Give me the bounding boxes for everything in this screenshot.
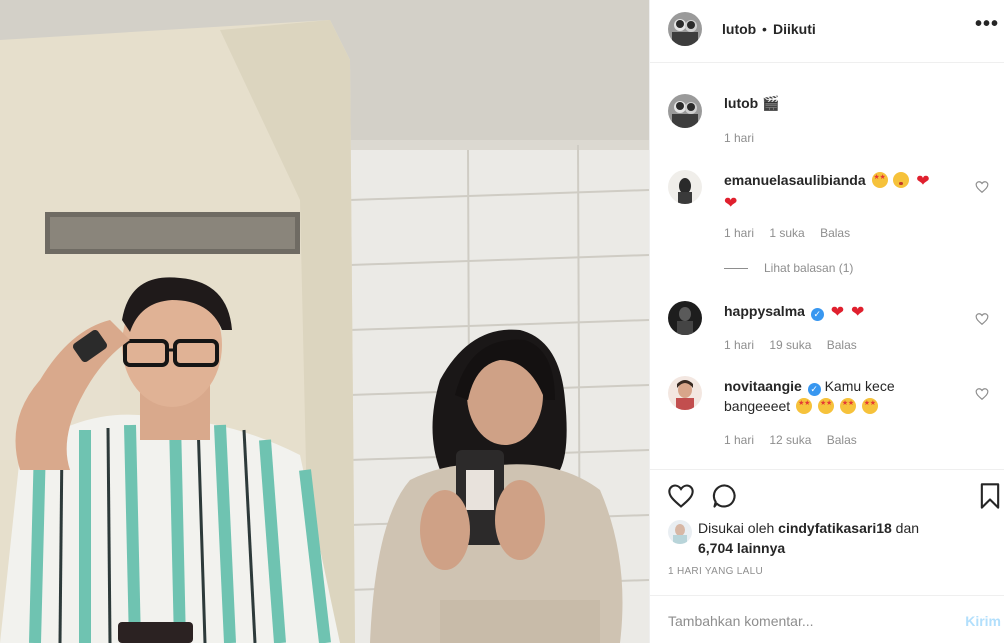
verified-badge-icon: ✓	[810, 308, 824, 321]
post-photo[interactable]	[0, 0, 649, 643]
view-replies-button[interactable]: Lihat balasan (1)	[724, 261, 853, 275]
caption-username-link[interactable]: lutob	[724, 95, 758, 111]
author-avatar[interactable]	[668, 12, 702, 46]
reply-button[interactable]: Balas	[827, 433, 857, 447]
star-struck-emoji	[861, 398, 878, 414]
heart-emoji: ❤	[851, 304, 865, 321]
comment-text: novitaangie ✓ Kamu kece bangeeeet	[724, 376, 944, 416]
post-header: lutob • Diikuti •••	[650, 0, 1004, 63]
reply-button[interactable]: Balas	[827, 338, 857, 352]
comment-bubble-icon[interactable]	[711, 482, 739, 510]
like-comment-heart-icon[interactable]	[975, 387, 989, 401]
comment-time[interactable]: 1 hari	[724, 338, 754, 352]
comment-meta: 1 hari 1 suka Balas	[724, 226, 862, 240]
caption-text: lutob 🎬	[724, 93, 780, 113]
commenter-avatar[interactable]	[668, 301, 702, 335]
comment-meta: 1 hari 19 suka Balas	[724, 338, 869, 352]
heart-emoji: ❤	[724, 195, 738, 212]
commenter-avatar[interactable]	[668, 170, 702, 204]
following-status-button[interactable]: Diikuti	[773, 21, 816, 37]
separator-dot: •	[762, 21, 767, 37]
commenter-username-link[interactable]: novitaangie	[724, 378, 802, 394]
commenter-avatar[interactable]	[668, 376, 702, 410]
heart-emoji: ❤	[830, 304, 845, 321]
commenter-username-link[interactable]: emanuelasaulibianda	[724, 172, 866, 188]
liked-by-prefix: Disukai oleh	[698, 520, 775, 536]
caption-author-avatar[interactable]	[668, 94, 702, 128]
comment-time[interactable]: 1 hari	[724, 433, 754, 447]
caption-time[interactable]: 1 hari	[724, 131, 754, 145]
comments-list[interactable]: lutob 🎬 1 hari emanuelasaulibianda ❤	[650, 64, 1004, 469]
liker-avatar[interactable]	[668, 520, 692, 544]
like-comment-heart-icon[interactable]	[975, 180, 989, 194]
liked-by-text: Disukai oleh cindyfatikasari18 dan 6,704…	[698, 518, 988, 558]
liked-by-and: dan	[895, 520, 920, 536]
comment-input[interactable]: Tambahkan komentar...	[668, 613, 814, 629]
comment-time[interactable]: 1 hari	[724, 226, 754, 240]
reply-line-divider	[724, 268, 748, 270]
bookmark-save-icon[interactable]	[976, 482, 1004, 510]
comment-likes-count[interactable]: 1 suka	[769, 226, 804, 240]
post-actions-section: Disukai oleh cindyfatikasari18 dan 6,704…	[650, 469, 1004, 643]
clapper-board-emoji: 🎬	[762, 95, 780, 111]
comment-likes-count[interactable]: 12 suka	[769, 433, 811, 447]
post-comment-button[interactable]: Kirim	[965, 613, 1001, 629]
star-struck-emoji	[817, 398, 834, 414]
comment-body-line1: Kamu kece	[824, 378, 895, 394]
star-struck-emoji	[839, 398, 856, 414]
add-comment-bar: Tambahkan komentar... Kirim	[650, 595, 1004, 643]
commenter-username-link[interactable]: happysalma	[724, 303, 805, 319]
reply-button[interactable]: Balas	[820, 226, 850, 240]
kissing-face-emoji	[893, 172, 910, 188]
comment-text: emanuelasaulibianda ❤ ❤	[724, 170, 954, 214]
liked-by-user-link[interactable]: cindyfatikasari18	[778, 520, 892, 536]
author-username-link[interactable]: lutob	[722, 21, 756, 37]
like-comment-heart-icon[interactable]	[975, 312, 989, 326]
star-struck-emoji	[871, 172, 888, 188]
heart-emoji: ❤	[916, 173, 930, 190]
likes-count-button[interactable]: 6,704 lainnya	[698, 540, 785, 556]
caption-meta: 1 hari	[724, 131, 766, 145]
post-image	[0, 0, 649, 643]
comment-likes-count[interactable]: 19 suka	[769, 338, 811, 352]
like-heart-icon[interactable]	[667, 482, 695, 510]
verified-badge-icon: ✓	[807, 383, 821, 396]
star-struck-emoji	[796, 398, 813, 414]
post-timestamp[interactable]: 1 HARI YANG LALU	[668, 566, 763, 577]
comment-body-line2: bangeeeet	[724, 398, 791, 414]
view-replies-label: Lihat balasan (1)	[764, 261, 854, 275]
post-side-panel: lutob • Diikuti ••• lutob 🎬 1 hari emanu…	[649, 0, 1004, 643]
comment-meta: 1 hari 12 suka Balas	[724, 433, 869, 447]
more-options-icon[interactable]: •••	[975, 14, 999, 34]
comment-text: happysalma ✓ ❤ ❤	[724, 301, 864, 323]
